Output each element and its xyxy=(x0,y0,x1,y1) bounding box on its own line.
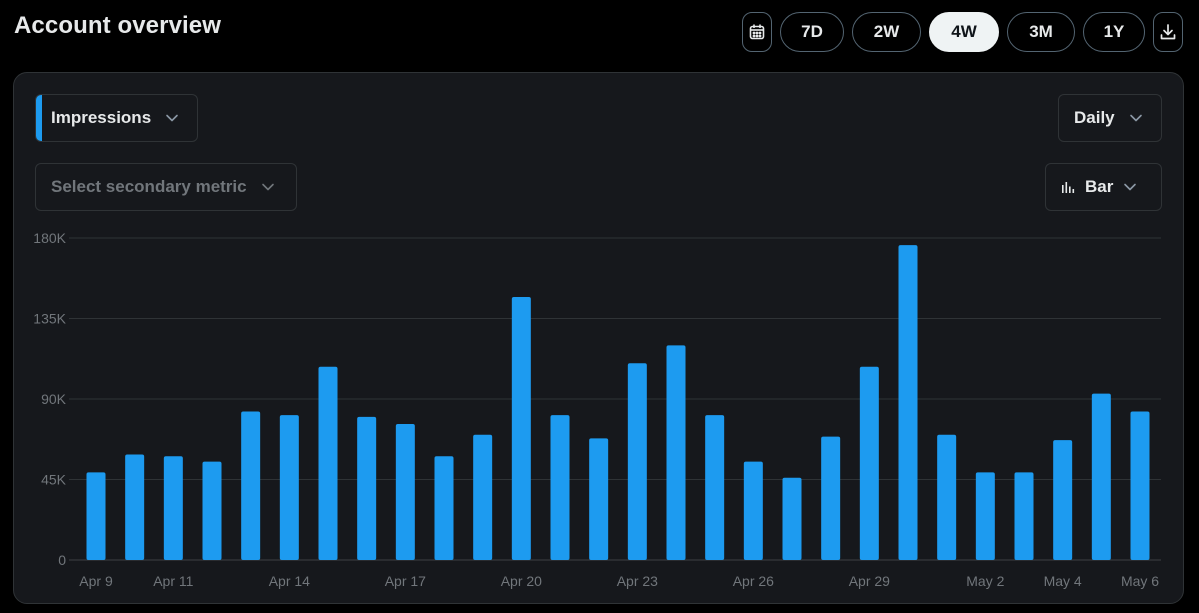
x-tick-label: May 4 xyxy=(1044,573,1082,589)
bar-may-4[interactable] xyxy=(1053,440,1073,560)
impressions-bar-chart: 0 45K 90K 135K 180K Apr 9 Apr 11 Apr 14 Apr 17 Ap… xyxy=(33,230,1161,589)
bar-apr-11[interactable] xyxy=(163,456,183,560)
x-tick-label: Apr 20 xyxy=(501,573,542,589)
x-tick-label: Apr 26 xyxy=(733,573,774,589)
x-tick-label: May 2 xyxy=(966,573,1004,589)
range-4w-button[interactable]: 4W xyxy=(929,12,999,52)
x-tick-label: May 6 xyxy=(1121,573,1159,589)
x-tick-label: Apr 17 xyxy=(385,573,426,589)
bar-apr-21[interactable] xyxy=(550,415,570,560)
bar-apr-27[interactable] xyxy=(782,477,802,560)
bar-apr-24[interactable] xyxy=(666,345,686,560)
bar-apr-29[interactable] xyxy=(859,366,879,560)
x-tick-label: Apr 11 xyxy=(153,573,193,589)
page-title: Account overview xyxy=(14,12,221,39)
bar-apr-13[interactable] xyxy=(241,411,261,560)
range-3m-button[interactable]: 3M xyxy=(1007,12,1075,52)
bar-apr-30[interactable] xyxy=(898,245,918,560)
bar-apr-10[interactable] xyxy=(125,454,145,560)
download-button[interactable] xyxy=(1153,12,1183,52)
y-tick-label: 0 xyxy=(58,552,66,568)
x-tick-label: Apr 23 xyxy=(617,573,658,589)
calendar-icon xyxy=(749,24,765,40)
y-tick-label: 135K xyxy=(33,311,66,327)
y-tick-label: 90K xyxy=(41,391,67,407)
bar-apr-15[interactable] xyxy=(318,366,338,560)
bar-apr-19[interactable] xyxy=(473,434,493,560)
bar-may-2[interactable] xyxy=(975,472,995,560)
range-1y-button[interactable]: 1Y xyxy=(1083,12,1145,52)
calendar-button[interactable] xyxy=(742,12,772,52)
y-tick-label: 45K xyxy=(41,472,67,488)
bar-apr-17[interactable] xyxy=(395,424,415,560)
bar-apr-9[interactable] xyxy=(86,472,106,560)
x-tick-label: Apr 9 xyxy=(79,573,113,589)
bar-may-3[interactable] xyxy=(1014,472,1034,560)
bar-may-6[interactable] xyxy=(1130,411,1150,560)
bar-apr-14[interactable] xyxy=(279,415,299,560)
bar-apr-16[interactable] xyxy=(357,416,377,560)
bar-apr-26[interactable] xyxy=(743,461,763,560)
bar-may-5[interactable] xyxy=(1091,393,1111,560)
bar-apr-22[interactable] xyxy=(589,438,609,560)
bar-apr-25[interactable] xyxy=(705,415,725,560)
y-tick-label: 180K xyxy=(33,230,66,246)
bar-apr-23[interactable] xyxy=(627,363,647,560)
range-2w-button[interactable]: 2W xyxy=(852,12,921,52)
chart-card: Impressions Select secondary metric Dail… xyxy=(13,72,1184,604)
bar-apr-12[interactable] xyxy=(202,461,222,560)
bar-apr-20[interactable] xyxy=(511,297,531,560)
bar-may-1[interactable] xyxy=(937,434,957,560)
range-7d-button[interactable]: 7D xyxy=(780,12,844,52)
download-icon xyxy=(1160,24,1176,40)
x-tick-label: Apr 14 xyxy=(269,573,310,589)
x-tick-label: Apr 29 xyxy=(849,573,890,589)
bar-apr-18[interactable] xyxy=(434,456,454,560)
date-range-bar: 7D 2W 4W 3M 1Y xyxy=(742,12,1183,52)
bar-apr-28[interactable] xyxy=(821,436,841,560)
